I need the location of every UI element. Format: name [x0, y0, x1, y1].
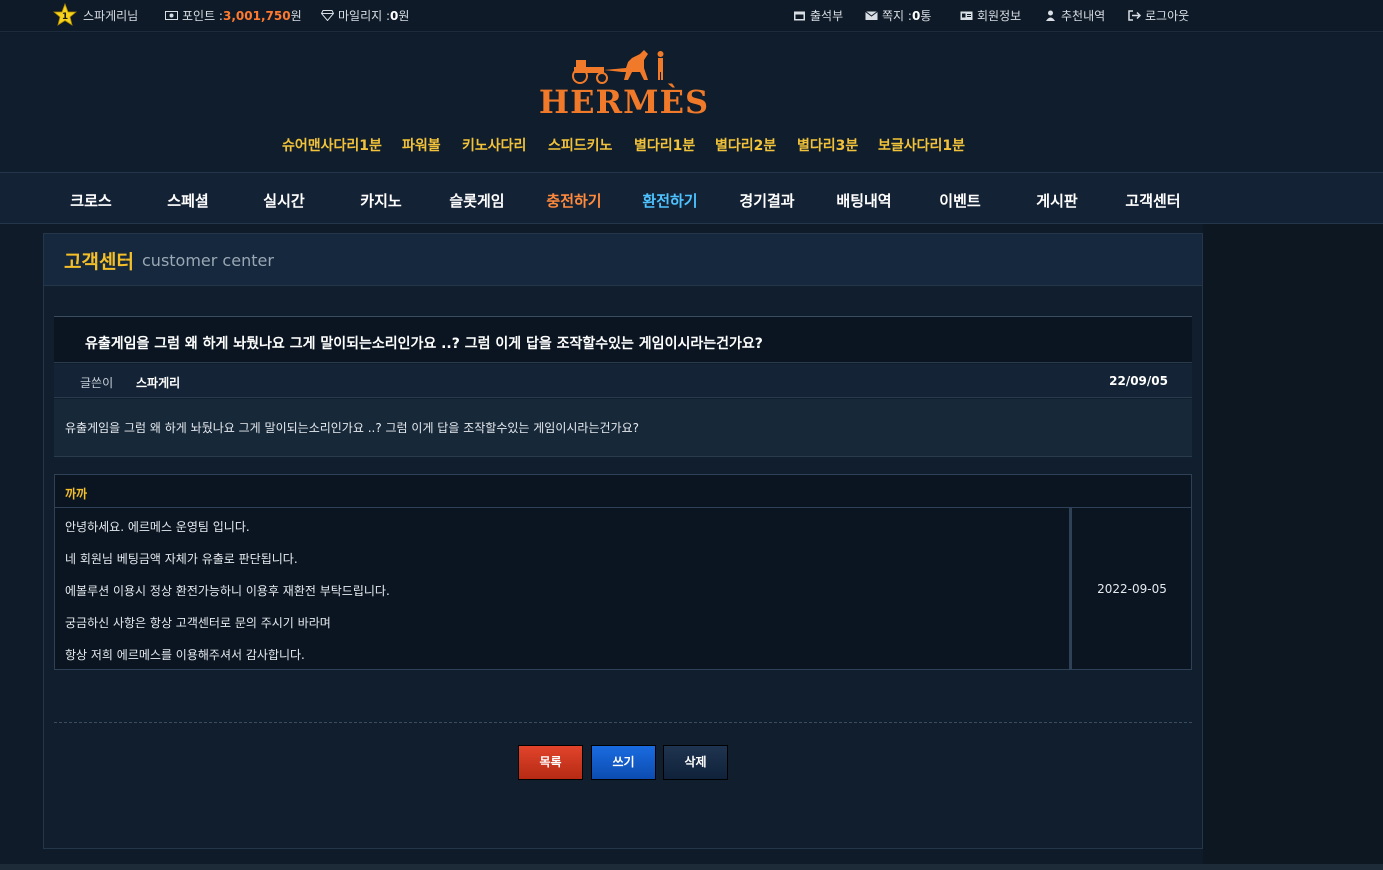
points-icon [165, 11, 178, 20]
referral-link[interactable]: 추천내역 [1044, 7, 1105, 24]
points-display: 포인트 : 3,001,750 원 [165, 7, 302, 24]
reply-line: 네 회원님 베팅금액 자체가 유출로 판단됩니다. [65, 552, 298, 566]
post-title-row: 유출게임을 그럼 왜 하게 놔뒀나요 그게 말이되는소리인가요 ..? 그럼 이… [54, 316, 1192, 363]
nav-live[interactable]: 실시간 [263, 190, 304, 211]
reply-header: 까까 [54, 474, 1192, 508]
member-info-link[interactable]: 회원정보 [960, 7, 1021, 24]
site-header: HERMÈS 슈어맨사다리1분 파워볼 키노사다리 스피드키노 별다리1분 별다… [0, 33, 1383, 172]
post-body-text: 유출게임을 그럼 왜 하게 놔뒀나요 그게 말이되는소리인가요 ..? 그럼 이… [65, 421, 639, 435]
nav-board[interactable]: 게시판 [1036, 190, 1077, 211]
divider [54, 722, 1192, 723]
main-nav: 크로스 스페셜 실시간 카지노 슬롯게임 충전하기 환전하기 경기결과 배팅내역… [0, 172, 1383, 224]
author-label: 글쓴이 [80, 376, 114, 390]
top-user-bar: 1 스파게리님 포인트 : 3,001,750 원 마일리지 : 0원 출석부 쪽… [0, 0, 1383, 32]
nav-support[interactable]: 고객센터 [1125, 190, 1180, 211]
reply-line: 궁금하신 사항은 항상 고객센터로 문의 주시기 바라며 [65, 616, 331, 630]
reply-body: 안녕하세요. 에르메스 운영팀 입니다. 네 회원님 베팅금액 자체가 유출로 … [54, 508, 1070, 670]
post-meta-row: 글쓴이 스파게리 22/09/05 [54, 364, 1192, 398]
subnav-item-powerball[interactable]: 파워볼 [402, 135, 441, 155]
panel-header: 고객센터 customer center [44, 234, 1202, 286]
attendance-link[interactable]: 출석부 [793, 7, 843, 24]
reply-line: 안녕하세요. 에르메스 운영팀 입니다. [65, 520, 250, 534]
reply-date: 2022-09-05 [1097, 582, 1167, 596]
username: 스파게리님 [83, 9, 139, 23]
logout-icon [1128, 10, 1141, 21]
svg-text:1: 1 [62, 12, 68, 22]
nav-slot[interactable]: 슬롯게임 [449, 190, 504, 211]
level-star-icon: 1 [53, 3, 77, 26]
customer-center-panel: 고객센터 customer center 유출게임을 그럼 왜 하게 놔뒀나요 … [43, 233, 1203, 849]
envelope-icon [865, 11, 878, 20]
write-button[interactable]: 쓰기 [591, 745, 656, 780]
logout-link[interactable]: 로그아웃 [1128, 7, 1189, 24]
post-body: 유출게임을 그럼 왜 하게 놔뒀나요 그게 말이되는소리인가요 ..? 그럼 이… [54, 399, 1192, 457]
reply-line: 항상 저희 에르메스를 이용해주셔서 감사합니다. [65, 648, 305, 662]
page-title: 고객센터 [64, 251, 134, 273]
nav-casino[interactable]: 카지노 [360, 190, 401, 211]
page-subtitle: customer center [142, 251, 274, 270]
nav-withdraw[interactable]: 환전하기 [642, 190, 697, 211]
nav-special[interactable]: 스페셜 [167, 190, 208, 211]
nav-events[interactable]: 이벤트 [939, 190, 980, 211]
post-author: 스파게리 [136, 376, 181, 390]
diamond-icon [321, 10, 334, 21]
subnav-item-speed-keno[interactable]: 스피드키노 [548, 135, 612, 155]
list-button[interactable]: 목록 [518, 745, 583, 780]
subnav-item-star-ladder-2[interactable]: 별다리2분 [715, 135, 776, 155]
nav-bet-history[interactable]: 배팅내역 [836, 190, 891, 211]
reply-line: 에볼루션 이용시 정상 환전가능하니 이용후 재환전 부탁드립니다. [65, 584, 390, 598]
reply-author: 까까 [65, 487, 88, 501]
nav-deposit[interactable]: 충전하기 [546, 190, 601, 211]
mileage-display: 마일리지 : 0원 [321, 7, 409, 24]
right-background [1203, 224, 1383, 870]
messages-link[interactable]: 쪽지 : 0 통 [865, 7, 931, 24]
reply-date-cell: 2022-09-05 [1070, 508, 1192, 670]
nav-cross[interactable]: 크로스 [70, 190, 111, 211]
subnav-item-keno-ladder[interactable]: 키노사다리 [462, 135, 526, 155]
subnav-item-star-ladder-3[interactable]: 별다리3분 [797, 135, 858, 155]
post-date: 22/09/05 [1109, 374, 1168, 388]
calendar-icon [794, 11, 805, 21]
id-card-icon [960, 11, 973, 20]
post-title: 유출게임을 그럼 왜 하게 놔뒀나요 그게 말이되는소리인가요 ..? 그럼 이… [85, 336, 763, 352]
subnav-item-bogle-ladder[interactable]: 보글사다리1분 [878, 135, 965, 155]
delete-button[interactable]: 삭제 [663, 745, 728, 780]
footer-strip [0, 864, 1383, 870]
user-group-icon [1046, 10, 1055, 21]
subnav-item-star-ladder-1[interactable]: 별다리1분 [634, 135, 695, 155]
subnav-item-sureman-ladder[interactable]: 슈어맨사다리1분 [282, 135, 382, 155]
nav-results[interactable]: 경기결과 [739, 190, 794, 211]
brand-logo-text: HERMÈS [538, 83, 710, 121]
